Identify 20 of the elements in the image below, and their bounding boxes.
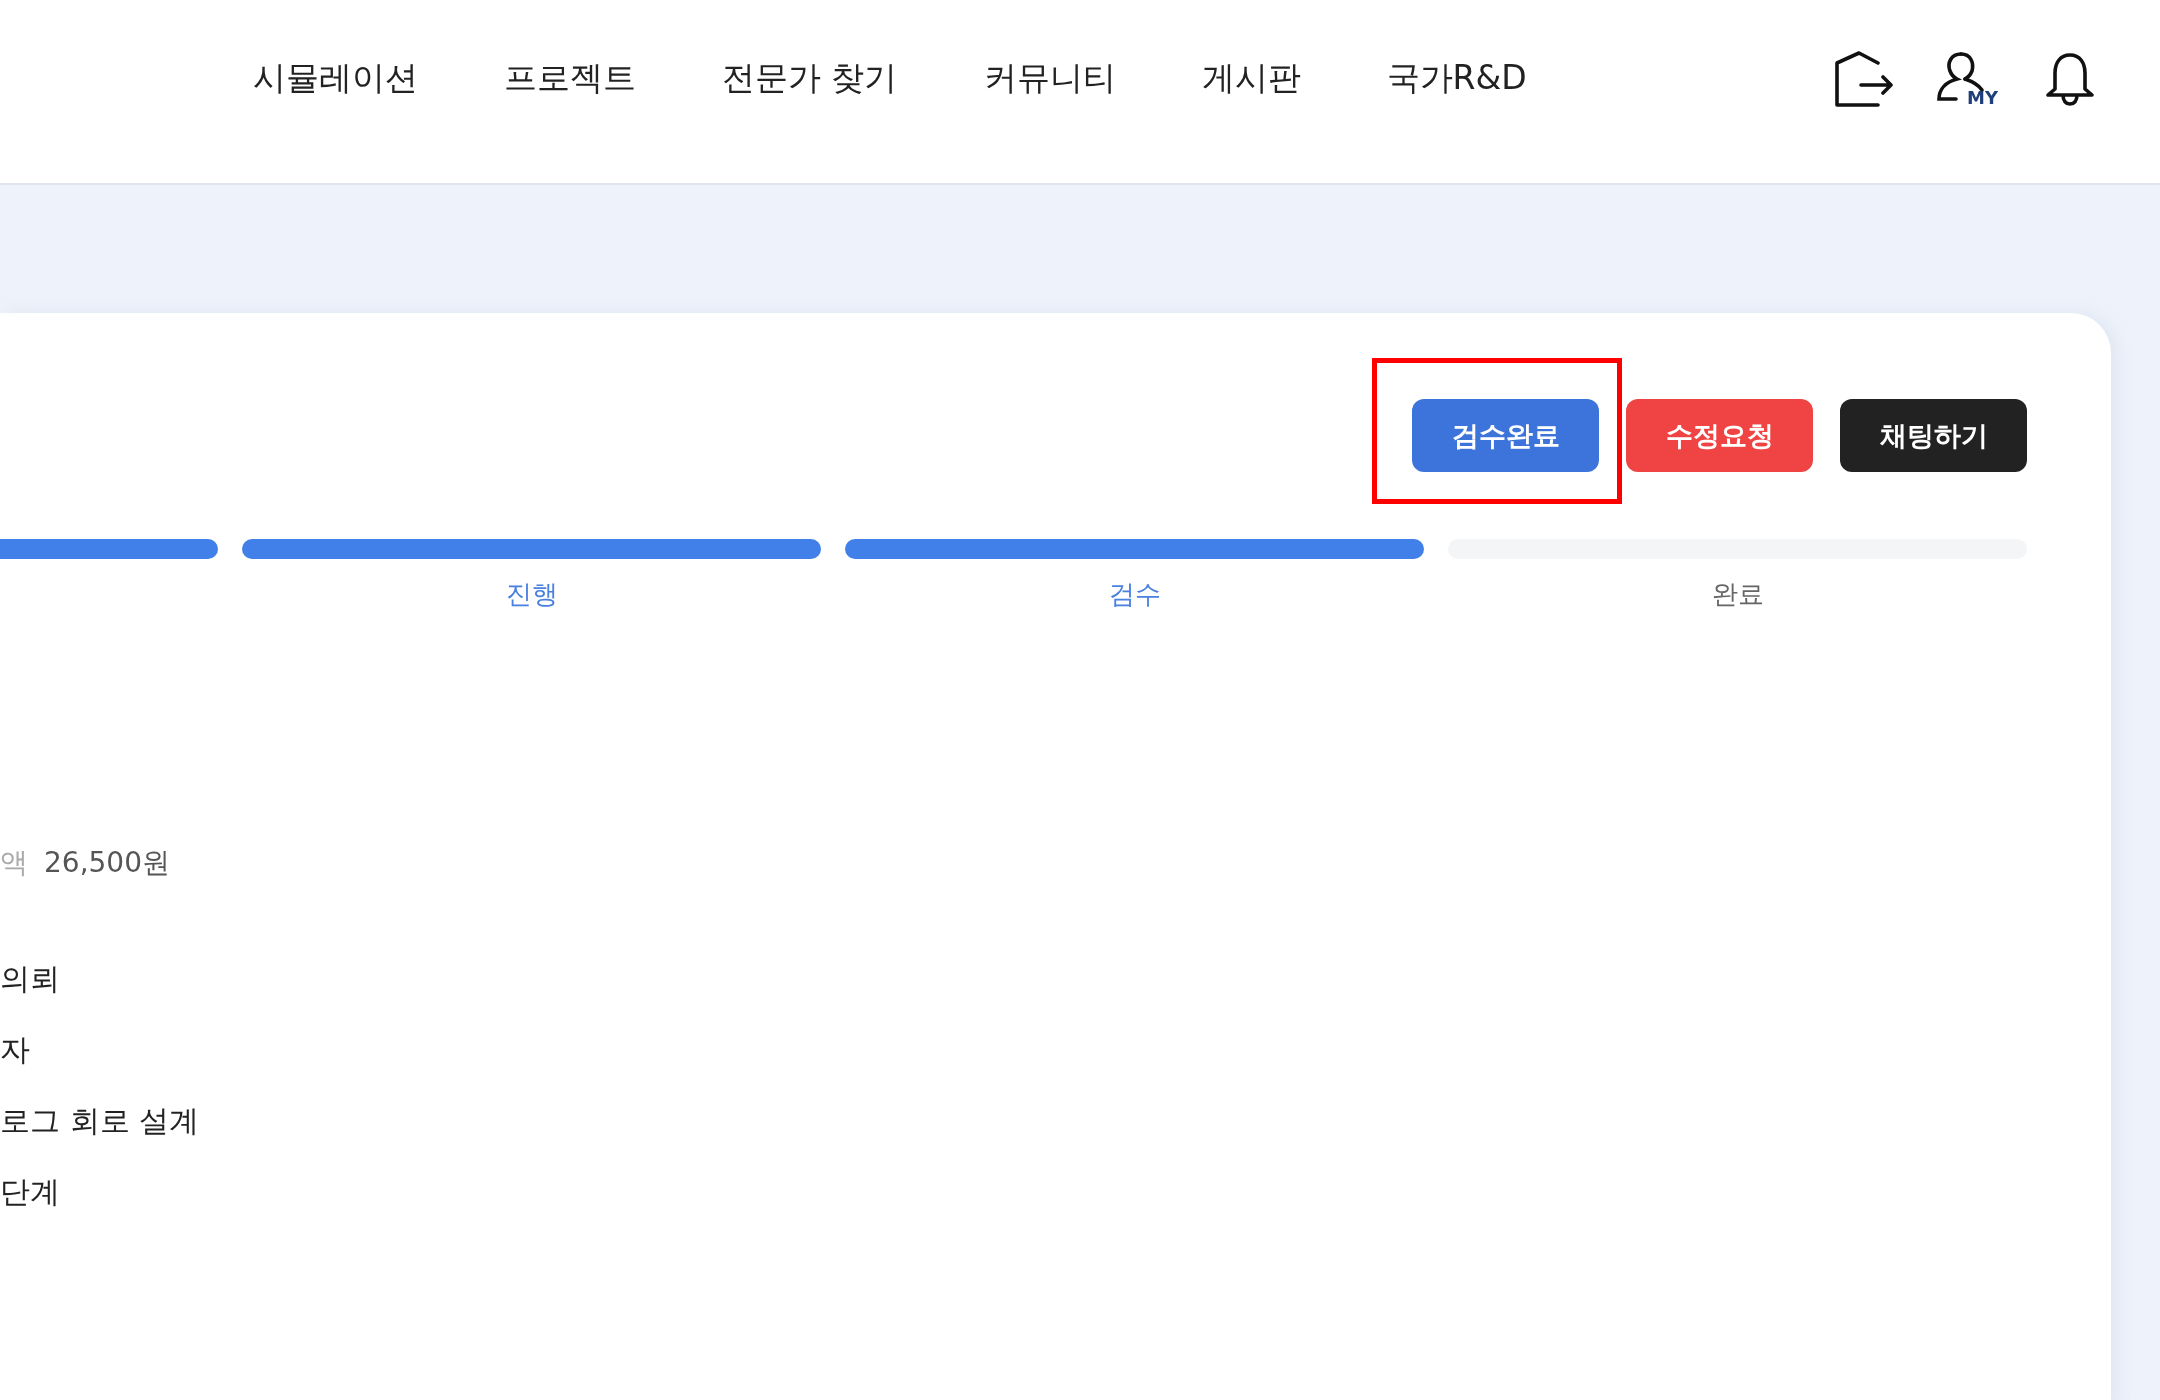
nav-link[interactable]: 게시판 bbox=[1201, 56, 1301, 101]
detail-text: 의뢰 bbox=[0, 960, 61, 998]
nav-link[interactable]: 전문가 찾기 bbox=[722, 56, 898, 101]
step-label: 완료 bbox=[1711, 578, 1764, 611]
chat-button[interactable]: 채팅하기 bbox=[1840, 399, 2027, 472]
logout-icon[interactable] bbox=[1834, 50, 1894, 107]
review-complete-button[interactable]: 검수완료 bbox=[1412, 399, 1599, 472]
detail-text: 자 bbox=[0, 1031, 31, 1069]
my-label: MY bbox=[1967, 88, 1998, 107]
revision-request-button[interactable]: 수정요청 bbox=[1626, 399, 1813, 472]
nav-link[interactable]: 시뮬레이션 bbox=[253, 56, 418, 101]
detail-text: 단계 bbox=[0, 1173, 61, 1211]
detail-text: 로그 회로 설계 bbox=[0, 1102, 201, 1140]
nav-link[interactable]: 커뮤니티 bbox=[983, 56, 1116, 101]
step-label: 진행 bbox=[505, 578, 558, 611]
price-label: 액 bbox=[0, 845, 28, 881]
step-label: 검수 bbox=[1108, 578, 1161, 611]
price-value: 26,500원 bbox=[44, 845, 170, 881]
nav-link[interactable]: 프로젝트 bbox=[504, 56, 636, 101]
nav-link[interactable]: 국가R&D bbox=[1386, 56, 1527, 101]
